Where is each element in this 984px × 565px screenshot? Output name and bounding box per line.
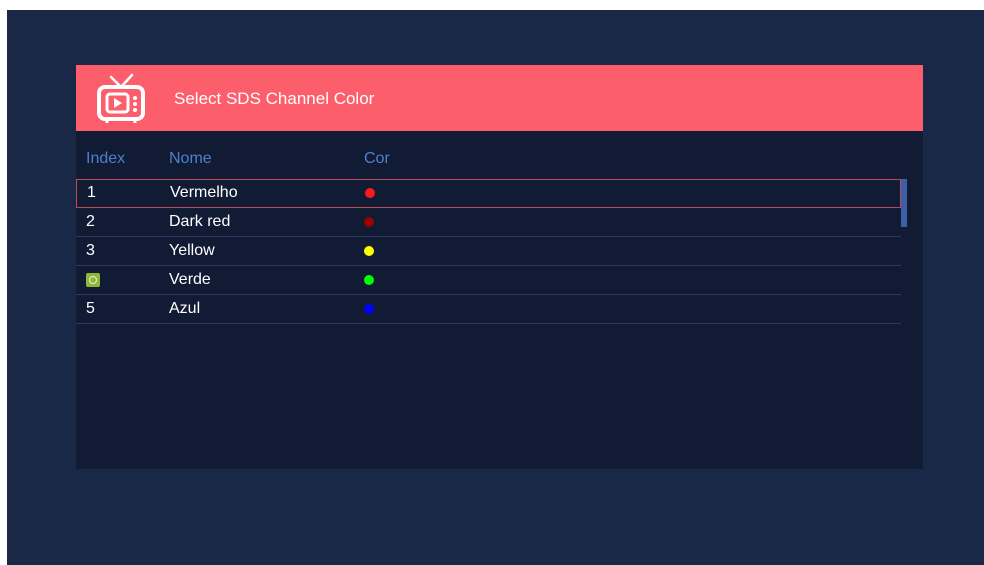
row-name: Verde xyxy=(169,271,211,288)
color-swatch xyxy=(364,275,374,285)
row-name: Azul xyxy=(169,300,201,317)
scrollbar[interactable] xyxy=(901,179,907,227)
dialog-title: Select SDS Channel Color xyxy=(174,89,375,108)
dialog-header: Select SDS Channel Color xyxy=(76,65,923,131)
color-list: 1 Vermelho 2 Dark red 3 Yellow Verde 5 A… xyxy=(76,179,901,324)
tv-screen: Select SDS Channel Color Index Nome Cor … xyxy=(7,10,984,565)
row-name: Yellow xyxy=(169,242,215,259)
color-swatch xyxy=(364,246,374,256)
tv-icon xyxy=(97,73,145,123)
list-item[interactable]: 3 Yellow xyxy=(76,237,901,266)
list-item[interactable]: 1 Vermelho xyxy=(76,179,901,208)
color-swatch xyxy=(364,304,374,314)
list-item[interactable]: 2 Dark red xyxy=(76,208,901,237)
list-item[interactable]: 5 Azul xyxy=(76,295,901,324)
row-index: 3 xyxy=(86,242,95,259)
checked-icon xyxy=(86,273,100,287)
row-index: 2 xyxy=(86,213,95,230)
color-select-dialog: Select SDS Channel Color Index Nome Cor … xyxy=(76,65,923,469)
row-name: Vermelho xyxy=(170,184,238,201)
column-header-name: Nome xyxy=(169,150,212,167)
list-item[interactable]: Verde xyxy=(76,266,901,295)
color-swatch xyxy=(365,188,375,198)
column-header-index: Index xyxy=(86,150,126,167)
column-header-color: Cor xyxy=(364,150,390,167)
row-index: 5 xyxy=(86,300,95,317)
color-swatch xyxy=(364,217,374,227)
row-name: Dark red xyxy=(169,213,231,230)
row-index: 1 xyxy=(87,184,96,201)
